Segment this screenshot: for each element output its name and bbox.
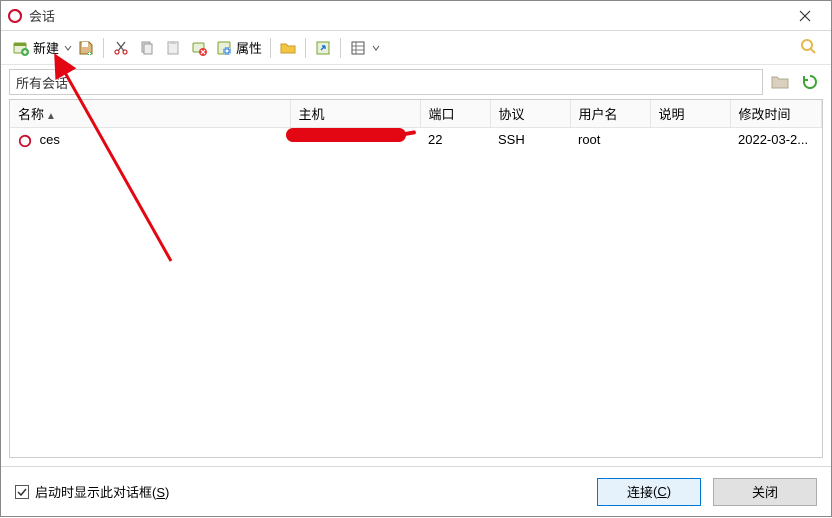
checkbox-label: 启动时显示此对话框(S)	[35, 482, 169, 501]
toolbar: 新建 属性	[1, 31, 831, 65]
check-icon	[17, 487, 27, 497]
close-button[interactable]: 关闭	[713, 478, 817, 506]
session-icon	[18, 134, 32, 148]
save-button[interactable]	[73, 34, 99, 62]
paste-icon	[165, 40, 181, 56]
save-icon	[78, 40, 94, 56]
search-button[interactable]	[797, 35, 821, 59]
session-table: 名称▲ 主机 端口 协议 用户名 说明 修改时间 ces	[10, 100, 822, 152]
path-text: 所有会话	[16, 73, 68, 92]
view-dropdown-caret[interactable]	[371, 44, 381, 52]
close-window-button[interactable]	[785, 1, 825, 31]
refresh-icon	[801, 73, 819, 91]
session-dialog: 会话 新建 属性	[0, 0, 832, 517]
scissors-icon	[113, 40, 129, 56]
cell-port: 22	[420, 128, 490, 152]
folder-grey-icon	[771, 74, 789, 90]
col-port[interactable]: 端口	[420, 100, 490, 128]
shortcut-button[interactable]	[310, 34, 336, 62]
cell-desc	[650, 128, 730, 152]
show-on-startup-checkbox[interactable]: 启动时显示此对话框(S)	[15, 482, 169, 501]
folder-icon	[280, 40, 296, 56]
new-folder-button[interactable]	[275, 34, 301, 62]
list-view-icon	[350, 40, 366, 56]
cell-name: ces	[40, 132, 60, 147]
separator	[305, 38, 306, 58]
paste-button[interactable]	[160, 34, 186, 62]
view-button[interactable]	[345, 34, 371, 62]
session-table-wrap: 名称▲ 主机 端口 协议 用户名 说明 修改时间 ces	[9, 99, 823, 458]
bottom-bar: 启动时显示此对话框(S) 连接(C) 关闭	[1, 466, 831, 516]
properties-icon	[216, 40, 232, 56]
col-desc[interactable]: 说明	[650, 100, 730, 128]
pathbar: 所有会话	[1, 65, 831, 99]
col-user[interactable]: 用户名	[570, 100, 650, 128]
cell-protocol: SSH	[490, 128, 570, 152]
cell-modified: 2022-03-2...	[730, 128, 822, 152]
col-host[interactable]: 主机	[290, 100, 420, 128]
connect-button[interactable]: 连接(C)	[597, 478, 701, 506]
app-icon	[7, 8, 23, 24]
new-button-label: 新建	[33, 38, 59, 57]
sort-asc-icon: ▲	[46, 111, 56, 122]
properties-button-label: 属性	[236, 38, 262, 57]
separator	[103, 38, 104, 58]
separator	[270, 38, 271, 58]
checkbox-box	[15, 485, 29, 499]
separator	[340, 38, 341, 58]
cut-button[interactable]	[108, 34, 134, 62]
col-protocol[interactable]: 协议	[490, 100, 570, 128]
cell-user: root	[570, 128, 650, 152]
new-button[interactable]: 新建	[9, 34, 63, 62]
window-title: 会话	[29, 6, 785, 25]
new-dropdown-caret[interactable]	[63, 44, 73, 52]
titlebar: 会话	[1, 1, 831, 31]
shortcut-icon	[315, 40, 331, 56]
table-header-row: 名称▲ 主机 端口 协议 用户名 说明 修改时间	[10, 100, 822, 128]
properties-button[interactable]: 属性	[212, 34, 266, 62]
redaction-scribble	[286, 128, 406, 142]
col-modified[interactable]: 修改时间	[730, 100, 822, 128]
search-icon	[800, 38, 818, 56]
new-session-icon	[13, 40, 29, 56]
delete-button[interactable]	[186, 34, 212, 62]
refresh-button[interactable]	[797, 69, 823, 95]
browse-folder-button[interactable]	[767, 69, 793, 95]
path-input[interactable]: 所有会话	[9, 69, 763, 95]
col-name[interactable]: 名称▲	[10, 100, 290, 128]
delete-icon	[191, 40, 207, 56]
copy-icon	[139, 40, 155, 56]
copy-button[interactable]	[134, 34, 160, 62]
